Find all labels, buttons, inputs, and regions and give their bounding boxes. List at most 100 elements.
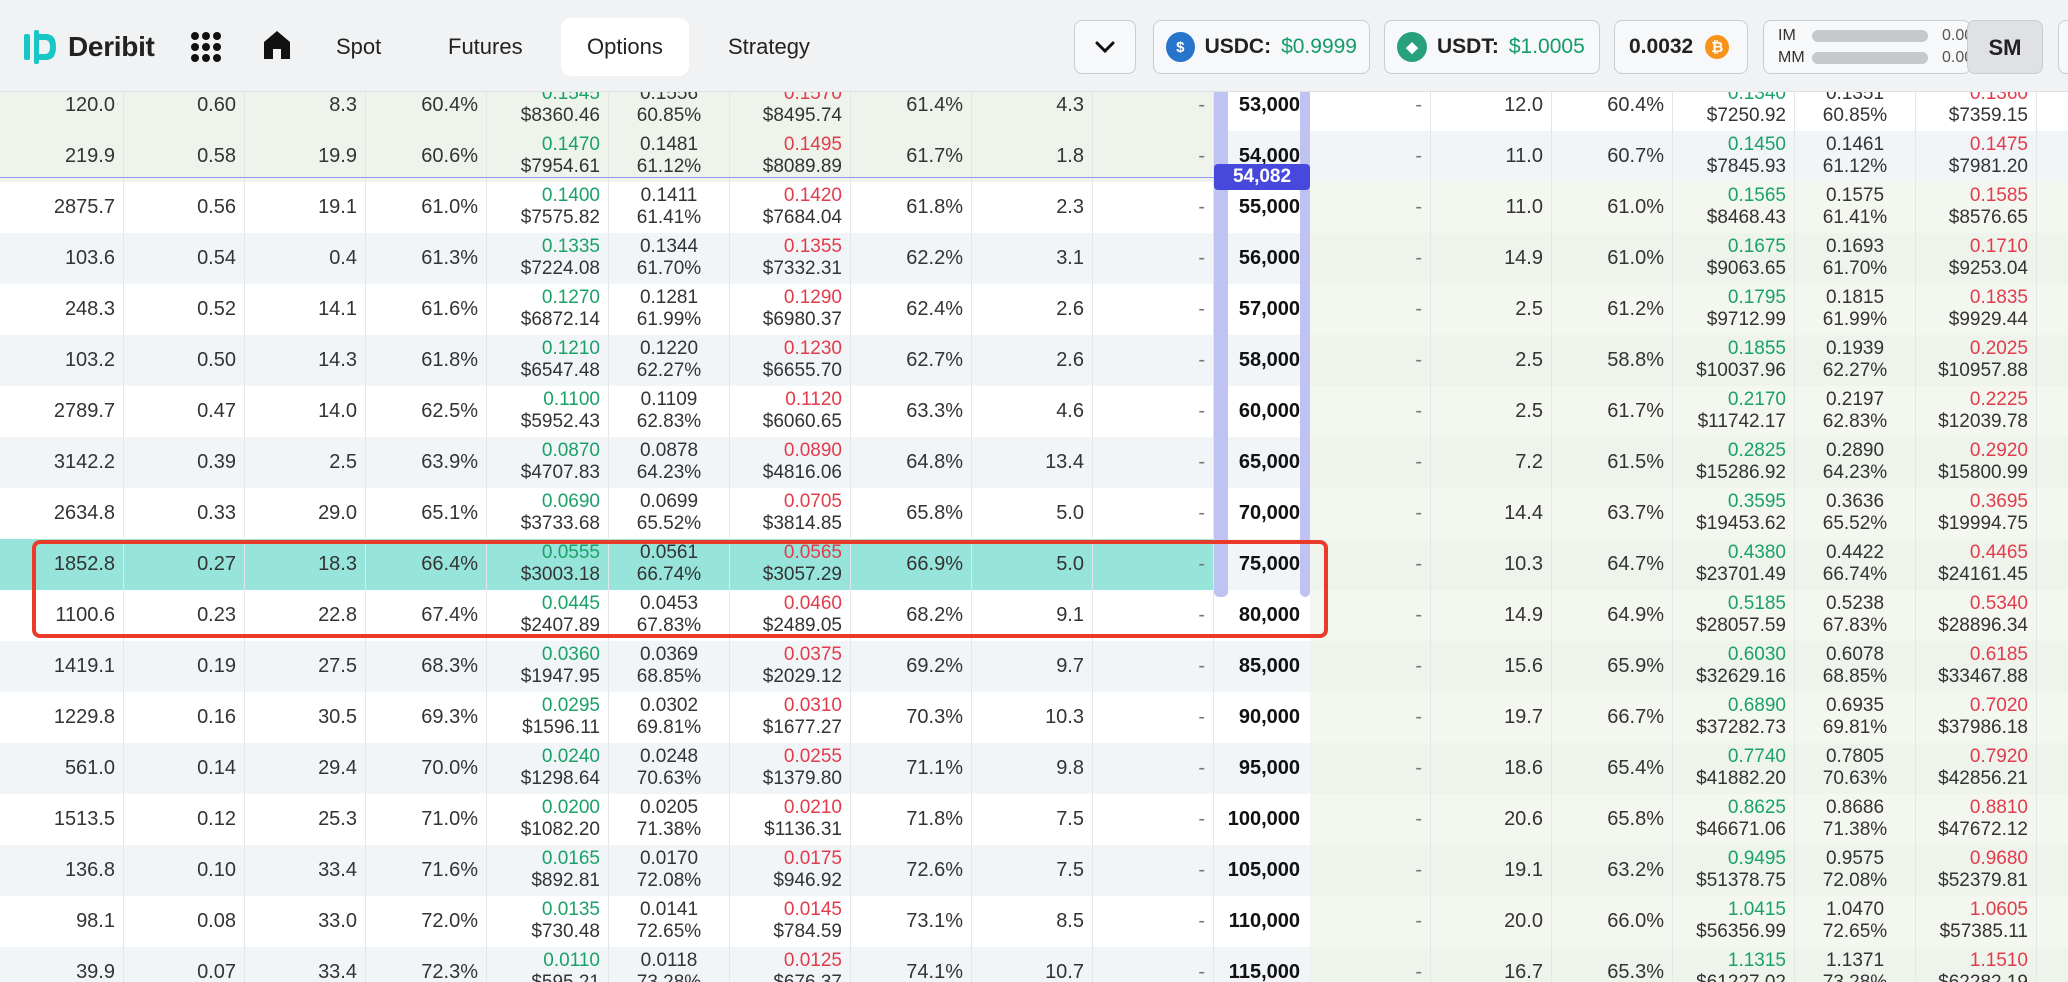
call-ask-size[interactable]: 1.8 xyxy=(972,131,1093,182)
put-position[interactable]: - xyxy=(1310,947,1431,982)
call-ask[interactable]: 0.0890 $4816.06 xyxy=(730,437,851,488)
call-mark[interactable]: 0.0141 72.65% xyxy=(609,896,730,947)
put-position[interactable]: - xyxy=(1310,182,1431,233)
tab-spot[interactable]: Spot xyxy=(310,18,407,76)
put-bid-size[interactable]: 20.0 xyxy=(1431,896,1552,947)
call-ask-iv[interactable]: 61.7% xyxy=(851,131,972,182)
call-ask-iv[interactable]: 72.6% xyxy=(851,845,972,896)
call-delta[interactable]: 0.07 xyxy=(124,947,245,982)
call-position[interactable]: - xyxy=(1093,131,1214,182)
put-bid-iv[interactable]: 61.7% xyxy=(1552,386,1673,437)
put-bid-size[interactable]: 19.7 xyxy=(1431,692,1552,743)
call-mark[interactable]: 0.0369 68.85% xyxy=(609,641,730,692)
put-bid-size[interactable]: 7.2 xyxy=(1431,437,1552,488)
put-bid-iv[interactable]: 60.4% xyxy=(1552,92,1673,131)
call-open-interest[interactable]: 2875.7 xyxy=(0,182,124,233)
put-position[interactable]: - xyxy=(1310,590,1431,641)
call-bid-iv[interactable]: 61.3% xyxy=(366,233,487,284)
call-ask[interactable]: 0.1355 $7332.31 xyxy=(730,233,851,284)
put-bid-iv[interactable]: 65.8% xyxy=(1552,794,1673,845)
put-bid[interactable]: 0.1565 $8468.43 xyxy=(1673,182,1795,233)
call-position[interactable]: - xyxy=(1093,641,1214,692)
call-open-interest[interactable]: 561.0 xyxy=(0,743,124,794)
table-row[interactable]: 136.8 0.10 33.4 71.6% 0.0165 $892.81 0.0170 72.… xyxy=(0,845,2068,896)
call-mark[interactable]: 0.1109 62.83% xyxy=(609,386,730,437)
call-ask[interactable]: 0.1230 $6655.70 xyxy=(730,335,851,386)
call-mark[interactable]: 0.1281 61.99% xyxy=(609,284,730,335)
put-ask[interactable]: 0.1835 $9929.44 xyxy=(1916,284,2037,335)
put-bid-size[interactable]: 14.4 xyxy=(1431,488,1552,539)
call-ask[interactable]: 0.0310 $1677.27 xyxy=(730,692,851,743)
call-position[interactable]: - xyxy=(1093,437,1214,488)
call-bid[interactable]: 0.1270 $6872.14 xyxy=(487,284,609,335)
put-bid-iv[interactable]: 61.2% xyxy=(1552,284,1673,335)
put-position[interactable]: - xyxy=(1310,386,1431,437)
put-position[interactable]: - xyxy=(1310,896,1431,947)
call-size[interactable]: 0.4 xyxy=(245,233,366,284)
put-bid[interactable]: 0.2170 $11742.17 xyxy=(1673,386,1795,437)
call-ask[interactable]: 0.0255 $1379.80 xyxy=(730,743,851,794)
call-size[interactable]: 30.5 xyxy=(245,692,366,743)
put-bid[interactable]: 0.1340 $7250.92 xyxy=(1673,92,1795,131)
call-mark[interactable]: 0.1344 61.70% xyxy=(609,233,730,284)
call-size[interactable]: 29.4 xyxy=(245,743,366,794)
put-ask[interactable]: 1.1510$62282.19 xyxy=(1916,947,2037,982)
put-mark[interactable]: 0.2890 64.23% xyxy=(1795,437,1916,488)
btc-balance-box[interactable]: 0.0032 ₿ xyxy=(1614,20,1748,74)
call-position[interactable]: - xyxy=(1093,794,1214,845)
put-bid-iv[interactable]: 65.3% xyxy=(1552,947,1673,982)
put-bid[interactable]: 0.6890 $37282.73 xyxy=(1673,692,1795,743)
usdc-price-box[interactable]: $ USDC: $0.9999 xyxy=(1153,20,1370,74)
call-bid[interactable]: 0.0165 $892.81 xyxy=(487,845,609,896)
call-ask-size[interactable]: 2.6 xyxy=(972,335,1093,386)
call-bid-iv[interactable]: 63.9% xyxy=(366,437,487,488)
put-ask[interactable]: 0.1475 $7981.20 xyxy=(1916,131,2037,182)
call-size[interactable]: 27.5 xyxy=(245,641,366,692)
call-size[interactable]: 25.3 xyxy=(245,794,366,845)
call-ask-iv[interactable]: 61.8% xyxy=(851,182,972,233)
call-bid-iv[interactable]: 70.0% xyxy=(366,743,487,794)
call-mark[interactable]: 0.1220 62.27% xyxy=(609,335,730,386)
put-bid[interactable]: 1.1315$61227.02 xyxy=(1673,947,1795,982)
call-delta[interactable]: 0.33 xyxy=(124,488,245,539)
call-bid-iv[interactable]: 62.5% xyxy=(366,386,487,437)
call-bid-iv[interactable]: 61.6% xyxy=(366,284,487,335)
call-open-interest[interactable]: 120.0 xyxy=(0,92,124,131)
call-ask-size[interactable]: 4.3 xyxy=(972,92,1093,131)
put-mark[interactable]: 0.1351 60.85% xyxy=(1795,92,1916,131)
put-ask[interactable]: 0.6185 $33467.88 xyxy=(1916,641,2037,692)
call-position[interactable]: - xyxy=(1093,92,1214,131)
put-ask[interactable]: 0.8810 $47672.12 xyxy=(1916,794,2037,845)
call-ask-size[interactable]: 2.6 xyxy=(972,284,1093,335)
call-bid[interactable]: 0.0360 $1947.95 xyxy=(487,641,609,692)
call-ask[interactable]: 0.0210 $1136.31 xyxy=(730,794,851,845)
put-bid-iv[interactable]: 63.2% xyxy=(1552,845,1673,896)
deribit-logo[interactable]: Deribit xyxy=(22,27,155,67)
call-bid[interactable]: 0.1100 $5952.43 xyxy=(487,386,609,437)
table-row[interactable]: 219.9 0.58 19.9 60.6% 0.1470 $7954.61 0.1481 61… xyxy=(0,131,2068,182)
expand-dropdown-button[interactable] xyxy=(1074,20,1136,74)
call-ask[interactable]: 0.1420 $7684.04 xyxy=(730,182,851,233)
call-size[interactable]: 33.4 xyxy=(245,947,366,982)
put-bid-size[interactable]: 12.0 xyxy=(1431,92,1552,131)
table-row[interactable]: 103.2 0.50 14.3 61.8% 0.1210 $6547.48 0.1220 62… xyxy=(0,335,2068,386)
put-ask[interactable]: 1.0605 $57385.11 xyxy=(1916,896,2037,947)
call-ask-size[interactable]: 3.1 xyxy=(972,233,1093,284)
put-mark[interactable]: 0.3636 65.52% xyxy=(1795,488,1916,539)
call-size[interactable]: 14.0 xyxy=(245,386,366,437)
call-mark[interactable]: 0.0878 64.23% xyxy=(609,437,730,488)
call-ask-iv[interactable]: 63.3% xyxy=(851,386,972,437)
call-bid-iv[interactable]: 61.0% xyxy=(366,182,487,233)
put-bid[interactable]: 0.1855 $10037.96 xyxy=(1673,335,1795,386)
put-position[interactable]: - xyxy=(1310,335,1431,386)
put-position[interactable]: - xyxy=(1310,641,1431,692)
put-ask[interactable]: 0.4465 $24161.45 xyxy=(1916,539,2037,590)
call-ask[interactable]: 0.0175 $946.92 xyxy=(730,845,851,896)
call-open-interest[interactable]: 136.8 xyxy=(0,845,124,896)
call-ask[interactable]: 0.0145 $784.59 xyxy=(730,896,851,947)
call-size[interactable]: 14.1 xyxy=(245,284,366,335)
put-mark[interactable]: 0.9575 72.08% xyxy=(1795,845,1916,896)
put-bid-size[interactable]: 11.0 xyxy=(1431,182,1552,233)
put-bid-size[interactable]: 20.6 xyxy=(1431,794,1552,845)
call-open-interest[interactable]: 103.2 xyxy=(0,335,124,386)
